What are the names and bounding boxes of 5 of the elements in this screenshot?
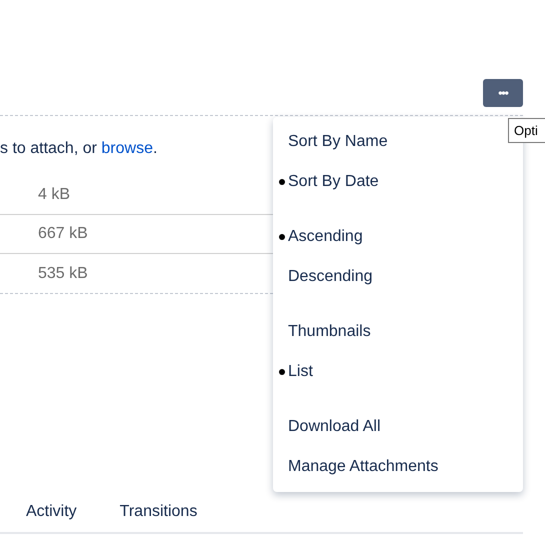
tooltip: Opti [508,118,545,143]
file-size: 4 kB [38,185,70,205]
file-size: 535 kB [38,264,88,284]
file-size: 667 kB [38,224,88,244]
dropzone-text: s to attach, or browse. [0,140,158,157]
